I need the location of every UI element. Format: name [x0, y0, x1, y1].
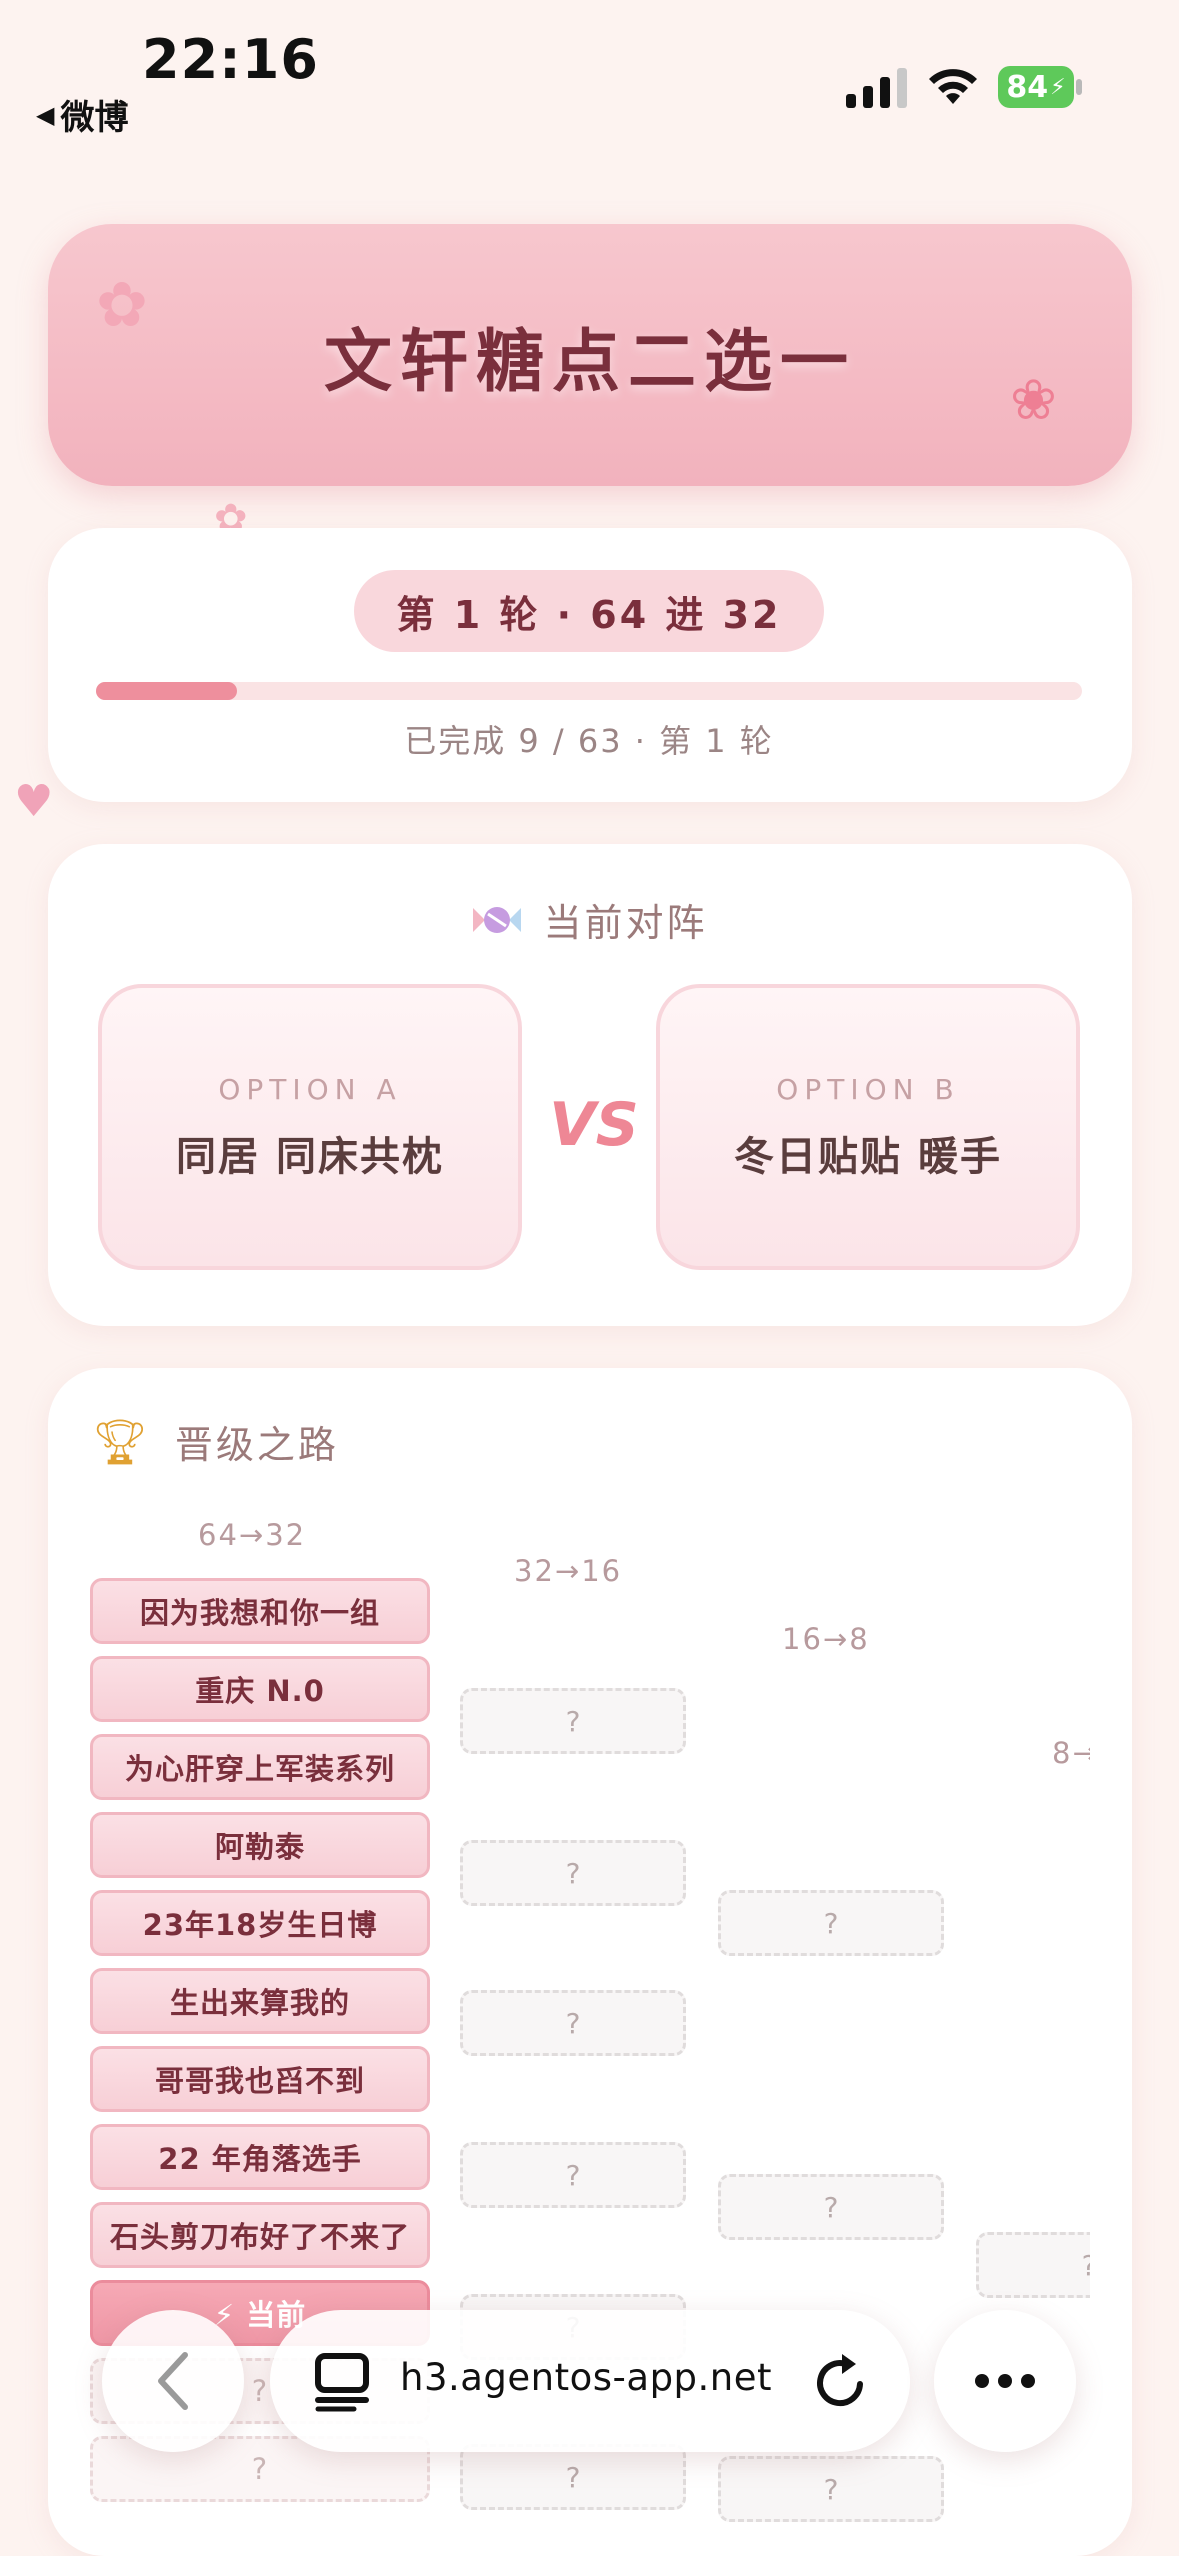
column-label-8: 8→: [1052, 1736, 1090, 1770]
bracket-slot: 哥哥我也舀不到: [90, 2046, 430, 2112]
trophy-icon: 🏆︎: [92, 1416, 151, 1468]
back-to-app[interactable]: ◀ 微博: [36, 90, 128, 139]
column-label-16-8: 16→8: [782, 1622, 870, 1656]
bracket-slot-clipped: ?: [976, 2232, 1090, 2298]
url-text[interactable]: h3.agentos-app.net: [400, 2356, 772, 2399]
heart-icon: ♥: [14, 776, 54, 827]
bracket-slot: 因为我想和你一组: [90, 1578, 430, 1644]
option-a-button[interactable]: OPTION A 同居 同床共枕: [98, 984, 522, 1270]
bracket-slot: 阿勒泰: [90, 1812, 430, 1878]
bracket-slot-empty: ?: [718, 2456, 944, 2522]
option-a-text: 同居 同床共枕: [176, 1133, 444, 1180]
bracket-slot-empty: ?: [718, 2174, 944, 2240]
back-button[interactable]: [102, 2310, 244, 2452]
bracket-slot-empty: ?: [718, 1890, 944, 1956]
battery-icon: 84 ⚡: [998, 66, 1082, 108]
bracket-slot: 23年18岁生日博: [90, 1890, 430, 1956]
bracket-slot: 生出来算我的: [90, 1968, 430, 2034]
matchup-heading-label: 当前对阵: [543, 901, 708, 945]
bracket-slot: 重庆 N.0: [90, 1656, 430, 1722]
column-label-64-32: 64→32: [198, 1518, 307, 1552]
bracket-slot-empty: ?: [460, 1840, 686, 1906]
bracket-heading-label: 晋级之路: [174, 1423, 339, 1467]
bracket-slot-empty: ?: [976, 2232, 1090, 2298]
page-title: 文轩糖点二选一: [323, 322, 856, 402]
option-b-button[interactable]: OPTION B 冬日贴贴 暖手: [656, 984, 1080, 1270]
more-icon: [975, 2374, 1035, 2388]
column-label-32-16: 32→16: [514, 1554, 623, 1588]
progress-track: [96, 682, 1082, 700]
cellular-signal-icon: [846, 68, 907, 108]
bracket-slot-empty: ?: [460, 1990, 686, 2056]
back-app-label: 微博: [60, 98, 129, 138]
option-b-text: 冬日贴贴 暖手: [734, 1133, 1002, 1180]
bracket-slot: 为心肝穿上军装系列: [90, 1734, 430, 1800]
status-time: 22:16: [142, 28, 319, 91]
battery-level: 84: [1006, 69, 1049, 105]
matchup-heading: 当前对阵: [0, 892, 1179, 947]
vs-label: VS: [549, 1090, 639, 1160]
back-triangle-icon: ◀: [36, 100, 55, 129]
wifi-icon: [929, 69, 977, 104]
progress-fill: [96, 682, 237, 700]
tabs-icon[interactable]: [314, 2352, 370, 2412]
reload-icon[interactable]: [814, 2352, 870, 2412]
progress-text: 已完成 9 / 63 · 第 1 轮: [404, 722, 774, 760]
bracket-slot-empty: ?: [460, 2444, 686, 2510]
option-b-label: OPTION B: [776, 1072, 960, 1106]
back-chevron-icon: [158, 2352, 188, 2410]
more-button[interactable]: [934, 2310, 1076, 2452]
bracket-slot-empty: ?: [460, 2142, 686, 2208]
option-a-label: OPTION A: [218, 1072, 402, 1106]
bracket-slot: 22 年角落选手: [90, 2124, 430, 2190]
bracket-heading: 🏆︎ 晋级之路: [92, 1414, 339, 1469]
round-badge: 第 1 轮 · 64 进 32: [354, 570, 824, 652]
bracket-slot-empty: ?: [460, 1688, 686, 1754]
bracket-slot: 石头剪刀布好了不来了: [90, 2202, 430, 2268]
candy-icon: [473, 906, 522, 933]
